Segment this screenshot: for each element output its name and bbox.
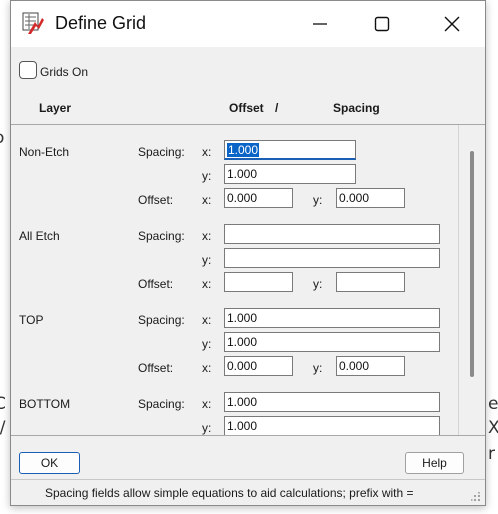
background-text-fragment: e bbox=[488, 394, 498, 414]
background-text-fragment: C bbox=[0, 394, 6, 414]
vertical-scrollbar[interactable] bbox=[459, 125, 483, 435]
background-text-fragment: X bbox=[488, 418, 498, 438]
offset-label: Offset: bbox=[138, 193, 174, 207]
x-label: x: bbox=[202, 397, 212, 411]
y-label: y: bbox=[313, 193, 323, 207]
define-grid-dialog: Define Grid Grids On Layer Offset / Spac… bbox=[10, 0, 486, 506]
y-label: y: bbox=[202, 421, 212, 435]
title-bar[interactable]: Define Grid bbox=[11, 1, 485, 47]
spacing-label: Spacing: bbox=[138, 145, 185, 159]
layer-grid-list[interactable]: Non-Etch Spacing: x: 1.000 y: 1.000 Offs… bbox=[11, 124, 485, 436]
top-offset-y-field[interactable]: 0.000 bbox=[336, 356, 405, 376]
help-button[interactable]: Help bbox=[405, 452, 464, 474]
grid-app-icon bbox=[22, 12, 46, 36]
all-etch-offset-y-field[interactable] bbox=[336, 272, 405, 292]
status-message: Spacing fields allow simple equations to… bbox=[45, 486, 414, 500]
minimize-icon bbox=[313, 23, 327, 25]
x-label: x: bbox=[202, 313, 212, 327]
top-offset-x-field[interactable]: 0.000 bbox=[224, 356, 293, 376]
y-label: y: bbox=[313, 277, 323, 291]
x-label: x: bbox=[202, 361, 212, 375]
maximize-icon bbox=[374, 16, 390, 32]
non-etch-spacing-y-field[interactable]: 1.000 bbox=[224, 164, 356, 184]
offset-label: Offset: bbox=[138, 277, 174, 291]
all-etch-offset-x-field[interactable] bbox=[224, 272, 293, 292]
resize-grip-icon[interactable] bbox=[471, 492, 481, 502]
spacing-label: Spacing: bbox=[138, 229, 185, 243]
x-label: x: bbox=[202, 193, 212, 207]
layer-name: BOTTOM bbox=[19, 397, 71, 411]
all-etch-spacing-x-field[interactable] bbox=[224, 224, 440, 244]
y-label: y: bbox=[202, 337, 212, 351]
minimize-button[interactable] bbox=[297, 8, 343, 40]
offset-label: Offset: bbox=[138, 361, 174, 375]
x-label: x: bbox=[202, 145, 212, 159]
non-etch-spacing-x-field[interactable]: 1.000 bbox=[224, 140, 356, 160]
ok-button[interactable]: OK bbox=[19, 452, 80, 474]
x-label: x: bbox=[202, 229, 212, 243]
background-text-fragment: o bbox=[0, 128, 4, 148]
top-spacing-x-field[interactable]: 1.000 bbox=[224, 308, 440, 328]
y-label: y: bbox=[313, 361, 323, 375]
spacing-column-header: Spacing bbox=[333, 101, 380, 115]
top-spacing-y-field[interactable]: 1.000 bbox=[224, 332, 440, 352]
grids-on-label: Grids On bbox=[40, 65, 89, 79]
status-bar: Spacing fields allow simple equations to… bbox=[11, 479, 485, 505]
spacing-label: Spacing: bbox=[138, 313, 185, 327]
bottom-spacing-x-field[interactable]: 1.000 bbox=[224, 392, 440, 412]
y-label: y: bbox=[202, 169, 212, 183]
background-text-fragment: \/ bbox=[0, 418, 6, 438]
y-label: y: bbox=[202, 253, 212, 267]
grids-on-checkbox[interactable] bbox=[19, 61, 37, 79]
scrollbar-thumb[interactable] bbox=[470, 151, 474, 377]
maximize-button[interactable] bbox=[359, 8, 405, 40]
layer-name: Non-Etch bbox=[19, 145, 70, 159]
window-title: Define Grid bbox=[55, 13, 147, 33]
bottom-spacing-y-field[interactable]: 1.000 bbox=[224, 416, 440, 435]
background-text-fragment: r bbox=[488, 444, 495, 464]
all-etch-spacing-y-field[interactable] bbox=[224, 248, 440, 268]
close-button[interactable] bbox=[429, 8, 475, 40]
spacing-label: Spacing: bbox=[138, 397, 185, 411]
header-separator: / bbox=[275, 101, 279, 115]
x-label: x: bbox=[202, 277, 212, 291]
layer-column-header: Layer bbox=[39, 101, 72, 115]
non-etch-offset-y-field[interactable]: 0.000 bbox=[336, 188, 405, 208]
close-icon bbox=[444, 16, 460, 32]
layer-name: All Etch bbox=[19, 229, 60, 243]
non-etch-offset-x-field[interactable]: 0.000 bbox=[224, 188, 293, 208]
layer-name: TOP bbox=[19, 313, 44, 327]
offset-column-header: Offset bbox=[229, 101, 264, 115]
